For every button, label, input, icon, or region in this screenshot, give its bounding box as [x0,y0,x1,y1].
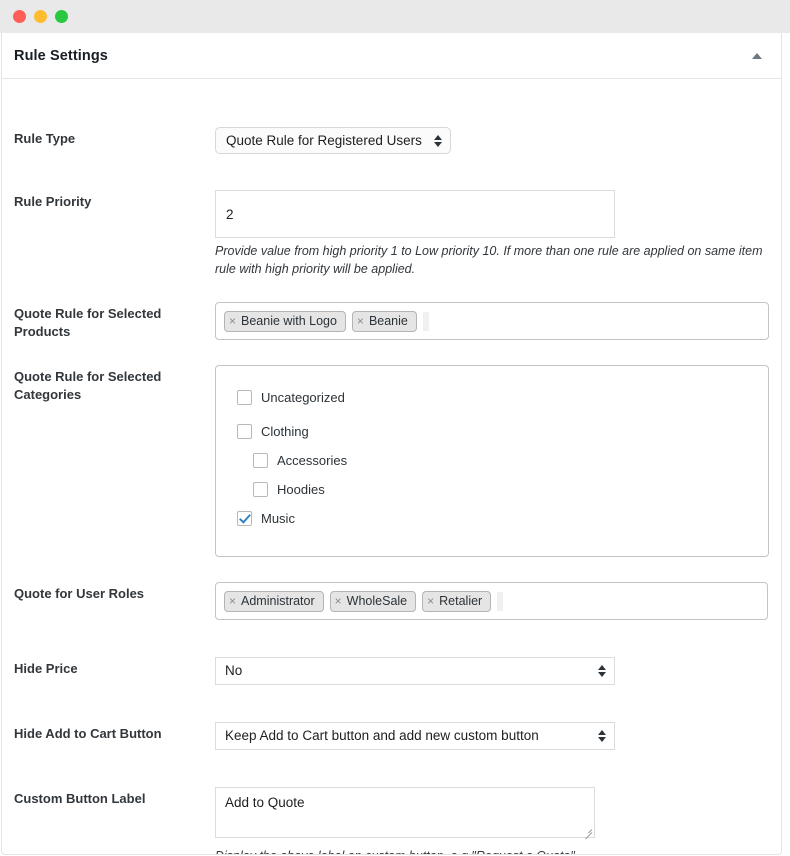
hide-add-to-cart-select[interactable]: Keep Add to Cart button and add new cust… [215,722,615,750]
token-label: Beanie with Logo [241,314,337,328]
rule-type-select[interactable]: Quote Rule for Registered Users [215,127,451,154]
minimize-window-button[interactable] [34,10,47,23]
remove-token-icon[interactable]: × [335,595,342,607]
token-label: Retalier [439,594,482,608]
custom-button-label-field: Display the above label on custom button… [215,787,769,855]
field-row-hide-price: Hide Price No [14,657,769,690]
field-row-custom-button-label: Custom Button Label Display the above la… [14,787,769,855]
checkbox-icon[interactable] [237,424,252,439]
category-label: Uncategorized [261,390,345,405]
token-item[interactable]: × Retalier [422,591,491,612]
field-row-selected-categories: Quote Rule for Selected Categories Uncat… [14,365,769,557]
maximize-window-button[interactable] [55,10,68,23]
panel-header: Rule Settings [2,33,781,79]
selected-categories-field: Uncategorized Clothing Accessories [215,365,769,557]
field-row-selected-products: Quote Rule for Selected Products × Beani… [14,302,769,341]
token-item[interactable]: × WholeSale [330,591,416,612]
settings-form: Rule Type Quote Rule for Registered User… [2,127,781,855]
category-item-uncategorized[interactable]: Uncategorized [237,383,768,412]
panel-collapse-toggle[interactable] [747,46,767,66]
panel-title: Rule Settings [14,48,108,64]
app-window: Rule Settings Rule Type Quote Rule for R… [0,0,790,856]
remove-token-icon[interactable]: × [229,315,236,327]
hide-add-to-cart-select-wrap: Keep Add to Cart button and add new cust… [215,722,615,750]
category-label: Clothing [261,424,309,439]
category-item-music[interactable]: Music [237,504,768,533]
checkbox-icon[interactable] [253,453,268,468]
field-row-rule-priority: Rule Priority Provide value from high pr… [14,190,769,278]
hide-price-field: No [215,657,769,690]
checkbox-checked-icon[interactable] [237,511,252,526]
selected-products-label: Quote Rule for Selected Products [14,302,215,341]
checkbox-icon[interactable] [253,482,268,497]
custom-button-label-textarea[interactable] [215,787,595,838]
rule-priority-field: Provide value from high priority 1 to Lo… [215,190,769,278]
hide-add-to-cart-field: Keep Add to Cart button and add new cust… [215,722,769,755]
token-input-caret [497,592,503,611]
category-label: Music [261,511,295,526]
selected-products-field: × Beanie with Logo × Beanie [215,302,769,340]
category-item-hoodies[interactable]: Hoodies [237,475,768,504]
user-roles-token-input[interactable]: × Administrator × WholeSale × Retalier [215,582,768,620]
token-label: WholeSale [347,594,407,608]
rule-type-field: Quote Rule for Registered Users [215,127,769,154]
selected-products-token-input[interactable]: × Beanie with Logo × Beanie [215,302,769,340]
rule-priority-label: Rule Priority [14,190,215,211]
caret-up-icon [752,53,762,59]
custom-button-label-label: Custom Button Label [14,787,215,808]
category-item-accessories[interactable]: Accessories [237,446,768,475]
hide-add-to-cart-label: Hide Add to Cart Button [14,722,215,743]
rule-priority-help: Provide value from high priority 1 to Lo… [215,242,769,278]
close-window-button[interactable] [13,10,26,23]
token-input-caret [423,312,429,331]
category-label: Hoodies [277,482,325,497]
remove-token-icon[interactable]: × [229,595,236,607]
user-roles-label: Quote for User Roles [14,582,215,603]
field-row-hide-add-to-cart: Hide Add to Cart Button Keep Add to Cart… [14,722,769,755]
category-item-clothing[interactable]: Clothing [237,417,768,446]
hide-price-select-wrap: No [215,657,615,685]
token-label: Administrator [241,594,315,608]
token-label: Beanie [369,314,408,328]
remove-token-icon[interactable]: × [427,595,434,607]
user-roles-field: × Administrator × WholeSale × Retalier [215,582,769,620]
field-row-user-roles: Quote for User Roles × Administrator × W… [14,582,769,620]
rule-type-select-wrap: Quote Rule for Registered Users [215,127,451,154]
traffic-lights [13,10,68,23]
category-tree[interactable]: Uncategorized Clothing Accessories [215,365,769,557]
custom-button-label-help: Display the above label on custom button… [215,847,769,855]
custom-button-textarea-wrap [215,787,595,838]
token-item[interactable]: × Administrator [224,591,324,612]
token-item[interactable]: × Beanie with Logo [224,311,346,332]
selected-categories-label: Quote Rule for Selected Categories [14,365,215,404]
rule-type-label: Rule Type [14,127,215,148]
checkbox-icon[interactable] [237,390,252,405]
field-row-rule-type: Rule Type Quote Rule for Registered User… [14,127,769,154]
window-titlebar [0,0,790,33]
token-item[interactable]: × Beanie [352,311,417,332]
rule-settings-panel: Rule Settings Rule Type Quote Rule for R… [1,33,782,855]
hide-price-label: Hide Price [14,657,215,678]
rule-priority-input[interactable] [215,190,615,238]
category-label: Accessories [277,453,347,468]
remove-token-icon[interactable]: × [357,315,364,327]
hide-price-select[interactable]: No [215,657,615,685]
